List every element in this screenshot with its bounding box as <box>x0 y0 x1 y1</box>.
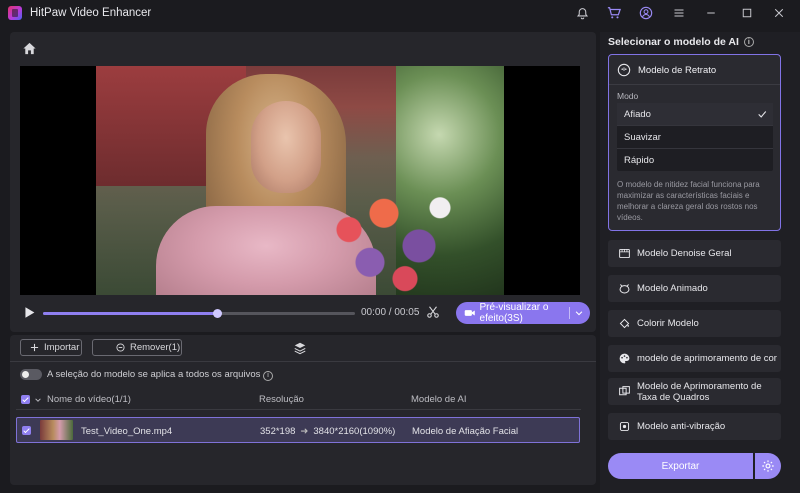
title-bar: HitPaw Video Enhancer <box>0 0 800 27</box>
film-icon <box>617 247 631 261</box>
plus-icon <box>29 343 39 353</box>
palette-icon <box>617 352 631 366</box>
import-label: Importar <box>44 342 80 353</box>
model-name: Modelo de Retrato <box>638 65 717 76</box>
video-frame <box>96 66 504 295</box>
paint-bucket-icon <box>617 317 631 331</box>
minimize-icon[interactable] <box>703 5 719 21</box>
mode-options: Afiado Suavizar Rápido <box>617 103 773 171</box>
app-title: HitPaw Video Enhancer <box>30 7 152 19</box>
maximize-icon[interactable] <box>739 5 755 21</box>
app-logo-icon <box>8 6 22 20</box>
chevron-down-icon[interactable] <box>34 396 42 404</box>
frames-icon <box>617 385 631 399</box>
video-thumbnail <box>40 420 73 440</box>
animal-face-icon <box>617 282 631 296</box>
info-icon[interactable]: i <box>743 37 754 47</box>
model-description: O modelo de nitidez facial funciona para… <box>617 180 760 222</box>
bell-icon[interactable] <box>574 5 590 21</box>
remove-label: Remover(1) <box>130 342 181 353</box>
play-icon[interactable] <box>23 306 37 320</box>
player-controls: 00:00 / 00:05 Pré-visualizar o efeito(3S… <box>20 302 590 324</box>
remove-icon <box>115 343 125 353</box>
resolution-value: 352*198 ➜ 3840*2160(1090%) <box>260 426 396 437</box>
model-stabilize-item[interactable]: Modelo anti-vibração <box>608 413 781 440</box>
model-portrait-card[interactable]: Modelo de Retrato Modo Afiado Suavizar R… <box>608 54 781 231</box>
arrow-right-icon: ➜ <box>300 426 309 437</box>
apply-all-toggle[interactable] <box>20 369 42 380</box>
mode-option-suavizar[interactable]: Suavizar <box>617 126 773 148</box>
scissors-icon[interactable] <box>426 305 442 321</box>
preview-effect-button[interactable]: Pré-visualizar o efeito(3S) <box>456 302 590 324</box>
progress-fill <box>43 312 218 315</box>
import-button[interactable]: Importar <box>20 339 82 356</box>
column-model: Modelo de AI <box>411 394 467 405</box>
divider <box>10 361 596 362</box>
apply-all-label: A seleção do modelo se aplica a todos os… <box>47 369 273 381</box>
file-name: Test_Video_One.mp4 <box>81 426 173 437</box>
home-icon[interactable] <box>22 41 38 57</box>
remove-button[interactable]: Remover(1) <box>92 339 182 356</box>
model-animated-item[interactable]: Modelo Animado <box>608 275 781 302</box>
select-all-checkbox[interactable] <box>21 395 30 404</box>
video-preview[interactable] <box>20 66 580 295</box>
check-icon <box>758 111 767 118</box>
table-row[interactable]: Test_Video_One.mp4 352*198 ➜ 3840*2160(109… <box>16 417 580 443</box>
time-readout: 00:00 / 00:05 <box>361 307 420 318</box>
player-panel: 00:00 / 00:05 Pré-visualizar o efeito(3S… <box>10 32 596 332</box>
close-icon[interactable] <box>771 5 787 21</box>
user-icon[interactable] <box>638 5 654 21</box>
model-color-enhance-item[interactable]: modelo de aprimoramento de cor <box>608 345 781 372</box>
table-header: Nome do vídeo(1/1) Resolução Modelo de A… <box>16 388 581 410</box>
stabilize-icon <box>617 420 631 434</box>
cart-icon[interactable] <box>606 5 622 21</box>
model-panel: Selecionar o modelo de AI i Modelo de Re… <box>600 32 800 493</box>
file-list-panel: Importar Remover(1) A seleção do modelo … <box>10 335 596 485</box>
menu-icon[interactable] <box>671 5 687 21</box>
mode-label: Modo <box>617 91 639 101</box>
row-checkbox[interactable] <box>22 426 31 435</box>
model-panel-title: Selecionar o modelo de AI i <box>608 36 754 48</box>
row-model: Modelo de Afiação Facial <box>412 426 519 437</box>
model-framerate-item[interactable]: Modelo de Aprimoramento de Taxa de Quadr… <box>608 378 781 405</box>
chevron-down-icon[interactable] <box>574 307 584 319</box>
model-denoise-item[interactable]: Modelo Denoise Geral <box>608 240 781 267</box>
mode-option-rapido[interactable]: Rápido <box>617 149 773 171</box>
collapse-list-icon[interactable] <box>293 341 307 355</box>
mode-option-afiado[interactable]: Afiado <box>617 103 773 125</box>
column-resolution: Resolução <box>259 394 304 405</box>
progress-bar[interactable] <box>43 309 355 318</box>
info-icon[interactable]: i <box>263 370 273 381</box>
export-button[interactable]: Exportar <box>608 453 753 479</box>
model-colorize-item[interactable]: Colorir Modelo <box>608 310 781 337</box>
camera-icon <box>464 310 475 316</box>
progress-knob[interactable] <box>213 309 223 318</box>
gear-icon[interactable] <box>755 453 781 479</box>
column-name: Nome do vídeo(1/1) <box>47 394 131 405</box>
portrait-face-icon <box>617 63 631 77</box>
